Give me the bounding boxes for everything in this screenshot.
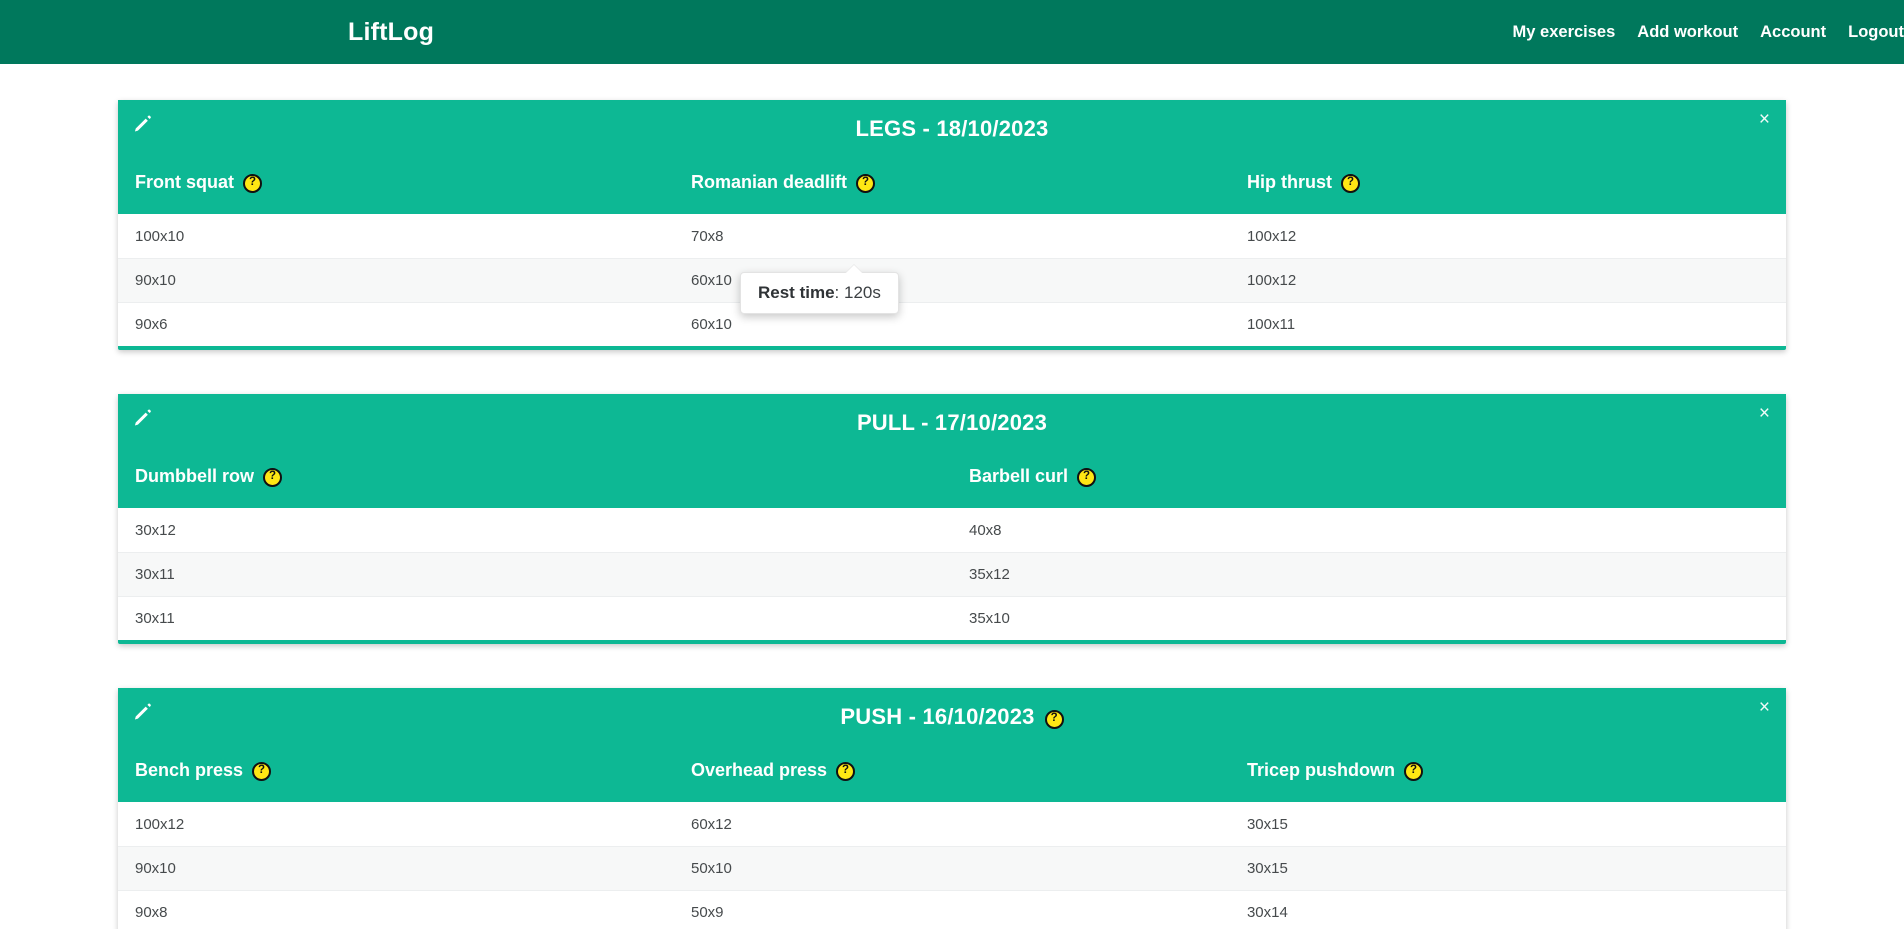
table-row: 90x10 50x10 30x15 (118, 846, 1786, 890)
set-cell: 35x10 (969, 610, 1010, 627)
workout-title-row: PUSH - 16/10/2023? × (118, 688, 1786, 746)
exercise-help-badge-icon[interactable]: ? (243, 173, 262, 193)
exercise-header-row: Dumbbell row? Barbell curl? (118, 452, 1786, 508)
table-row: 90x10 60x10 100x12 (118, 258, 1786, 302)
exercise-column-header: Bench press? (118, 760, 674, 781)
table-row: 100x12 60x12 30x15 (118, 802, 1786, 846)
set-cell: 30x15 (1246, 860, 1288, 877)
sets-table: 100x12 60x12 30x15 90x10 50x10 30x15 90x8 50x9 3… (118, 802, 1786, 929)
set-cell: 100x12 (135, 815, 185, 833)
exercise-column-header: Front squat? (118, 172, 674, 193)
exercise-column-header: Hip thrust? (1230, 172, 1786, 193)
edit-pencil-icon[interactable] (133, 408, 153, 428)
exercise-name: Romanian deadlift (690, 171, 847, 192)
set-cell: 100x12 (1246, 227, 1297, 245)
set-cell: 90x8 (135, 904, 168, 921)
exercise-help-badge-icon[interactable]: ? (1403, 761, 1423, 781)
workout-card-header: LEGS - 18/10/2023 × Front squat? Romanian d… (118, 100, 1786, 214)
workout-title-row: LEGS - 18/10/2023 × (118, 100, 1786, 158)
exercise-column-header: Overhead press? (674, 760, 1230, 781)
exercise-name: Dumbbell row (135, 465, 255, 486)
workout-title: PULL - 17/10/2023 (856, 410, 1048, 435)
workout-card: PUSH - 16/10/2023? × Bench press? Overhead … (118, 688, 1786, 929)
delete-workout-close-icon[interactable]: × (1759, 110, 1770, 129)
table-row: 100x10 70x8 100x12 (118, 214, 1786, 258)
nav-my-exercises[interactable]: My exercises (1513, 23, 1616, 42)
workout-card-header: PUSH - 16/10/2023? × Bench press? Overhead … (118, 688, 1786, 802)
tooltip-label: Rest time (758, 283, 835, 302)
workout-title-row: PULL - 17/10/2023 × (118, 394, 1786, 452)
rest-time-tooltip: Rest time: 120s (740, 265, 899, 314)
table-row: 90x8 50x9 30x14 (118, 890, 1786, 929)
edit-pencil-icon[interactable] (133, 702, 153, 722)
workout-card-header: PULL - 17/10/2023 × Dumbbell row? Barbell c… (118, 394, 1786, 508)
workout-title: LEGS - 18/10/2023 (855, 116, 1049, 141)
set-cell: 60x10 (690, 316, 732, 333)
set-cell: 40x8 (969, 521, 1002, 539)
set-cell: 30x15 (1246, 815, 1288, 833)
set-cell: 30x11 (135, 610, 175, 627)
exercise-name: Bench press (135, 759, 244, 780)
exercise-name: Overhead press (690, 759, 828, 780)
edit-pencil-icon[interactable] (133, 114, 153, 134)
nav-account[interactable]: Account (1760, 23, 1826, 42)
exercise-help-badge-icon[interactable]: ? (1077, 467, 1097, 487)
set-cell: 50x9 (690, 904, 724, 921)
set-cell: 70x8 (690, 227, 724, 245)
workout-list-page: LEGS - 18/10/2023 × Front squat? Romanian d… (0, 64, 1904, 929)
nav-add-workout[interactable]: Add workout (1637, 23, 1738, 42)
card-spacer (0, 644, 1904, 688)
delete-workout-close-icon[interactable]: × (1759, 404, 1770, 423)
workout-title: PUSH - 16/10/2023 (840, 704, 1035, 729)
set-cell: 90x10 (135, 272, 176, 289)
exercise-name: Tricep pushdown (1246, 759, 1395, 780)
table-row: 30x12 40x8 (118, 508, 1786, 552)
exercise-column-header: Dumbbell row? (118, 466, 952, 487)
set-cell: 100x10 (135, 227, 185, 245)
top-navbar: LiftLog My exercises Add workout Account… (0, 0, 1904, 64)
nav-logout[interactable]: Logout (1848, 23, 1904, 42)
exercise-help-badge-icon[interactable]: ? (1340, 173, 1360, 193)
set-cell: 100x11 (1246, 316, 1296, 333)
app-brand[interactable]: LiftLog (348, 19, 434, 45)
sets-table: 30x12 40x8 30x11 35x12 30x11 35x10 (118, 508, 1786, 640)
exercise-name: Hip thrust (1246, 171, 1332, 192)
tooltip-value: 120s (843, 283, 881, 302)
table-row: 30x11 35x12 (118, 552, 1786, 596)
set-cell: 100x12 (1246, 272, 1297, 289)
set-cell: 30x11 (135, 566, 175, 583)
exercise-column-header: Barbell curl? (952, 466, 1786, 487)
tooltip-separator: : (834, 283, 844, 302)
workout-title-help-badge-icon[interactable]: ? (1044, 709, 1064, 729)
exercise-name: Barbell curl (969, 465, 1069, 486)
exercise-column-header: Romanian deadlift? (674, 172, 1230, 193)
card-spacer (0, 350, 1904, 394)
workout-card: LEGS - 18/10/2023 × Front squat? Romanian d… (118, 100, 1786, 350)
set-cell: 90x10 (135, 860, 176, 877)
workout-cards-container: LEGS - 18/10/2023 × Front squat? Romanian d… (0, 100, 1904, 929)
set-cell: 35x12 (969, 566, 1010, 583)
table-row: 90x6 60x10 100x11 (118, 302, 1786, 346)
table-row: 30x11 35x10 (118, 596, 1786, 640)
nav-links: My exercises Add workout Account Logout (1513, 23, 1904, 42)
exercise-help-badge-icon[interactable]: ? (836, 761, 856, 781)
exercise-name: Front squat (135, 171, 234, 192)
exercise-help-badge-icon[interactable]: ? (856, 173, 875, 193)
tooltip-arrow-icon (845, 265, 863, 274)
exercise-header-row: Bench press? Overhead press? Tricep pushdo… (118, 746, 1786, 802)
delete-workout-close-icon[interactable]: × (1759, 698, 1770, 717)
set-cell: 30x12 (135, 521, 176, 539)
exercise-column-header: Tricep pushdown? (1230, 760, 1786, 781)
sets-table: 100x10 70x8 100x12 90x10 60x10 100x12 90x6 60x1… (118, 214, 1786, 346)
set-cell: 50x10 (690, 860, 732, 877)
exercise-header-row: Front squat? Romanian deadlift? Hip thrust… (118, 158, 1786, 214)
set-cell: 60x12 (690, 815, 732, 833)
exercise-help-badge-icon[interactable]: ? (252, 761, 272, 781)
exercise-help-badge-icon[interactable]: ? (263, 467, 283, 487)
workout-card: PULL - 17/10/2023 × Dumbbell row? Barbell c… (118, 394, 1786, 644)
set-cell: 30x14 (1246, 904, 1288, 921)
set-cell: 90x6 (135, 316, 168, 333)
